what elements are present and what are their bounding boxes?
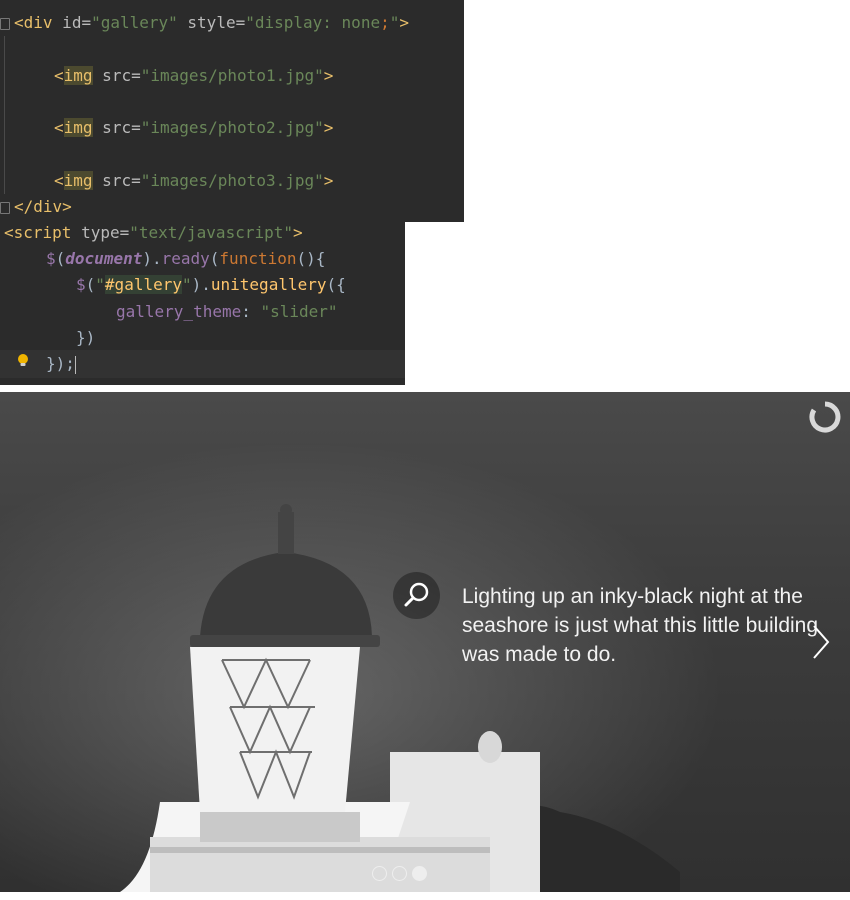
code-line-img-1: <img src="images/photo1.jpg"> — [54, 66, 334, 85]
slide-caption: Lighting up an inky-black night at the s… — [462, 585, 819, 666]
code-line-div-open: <div id="gallery" style="display: none;"… — [14, 13, 409, 32]
code-line-img-3: <img src="images/photo3.jpg"> — [54, 171, 334, 190]
code-line-close-outer[interactable]: }); — [46, 351, 76, 377]
slide-bullet-2[interactable] — [392, 866, 407, 881]
zoom-icon — [404, 582, 429, 607]
fold-guide — [4, 36, 5, 194]
code-line-div-close: </div> — [14, 197, 72, 216]
code-line-theme: gallery_theme: "slider" — [116, 302, 338, 321]
code-line-script-open: <script type="text/javascript"> — [4, 223, 303, 242]
code-editor-top: <div id="gallery" style="display: none;"… — [0, 0, 464, 222]
zoom-button[interactable] — [393, 572, 440, 619]
code-editor-bottom: <script type="text/javascript"> $(docume… — [0, 222, 405, 385]
code-line-ready: $(document).ready(function(){ — [46, 249, 326, 268]
slide-bullet-1[interactable] — [372, 866, 387, 881]
slide-bullets — [372, 866, 432, 884]
text-caret — [74, 355, 76, 374]
loader-icon — [809, 401, 841, 433]
code-line-unitegallery: $("#gallery").unitegallery({ — [76, 275, 346, 294]
slide-bullet-3[interactable] — [412, 866, 427, 881]
gallery-slider[interactable]: Lighting up an inky-black night at the s… — [0, 392, 850, 892]
fold-icon[interactable] — [0, 194, 10, 220]
code-line-close-inner: }) — [76, 328, 96, 347]
fold-icon[interactable] — [0, 10, 10, 36]
chevron-right-icon[interactable] — [804, 620, 834, 664]
lightbulb-icon[interactable] — [16, 353, 30, 367]
code-line-img-2: <img src="images/photo2.jpg"> — [54, 118, 334, 137]
